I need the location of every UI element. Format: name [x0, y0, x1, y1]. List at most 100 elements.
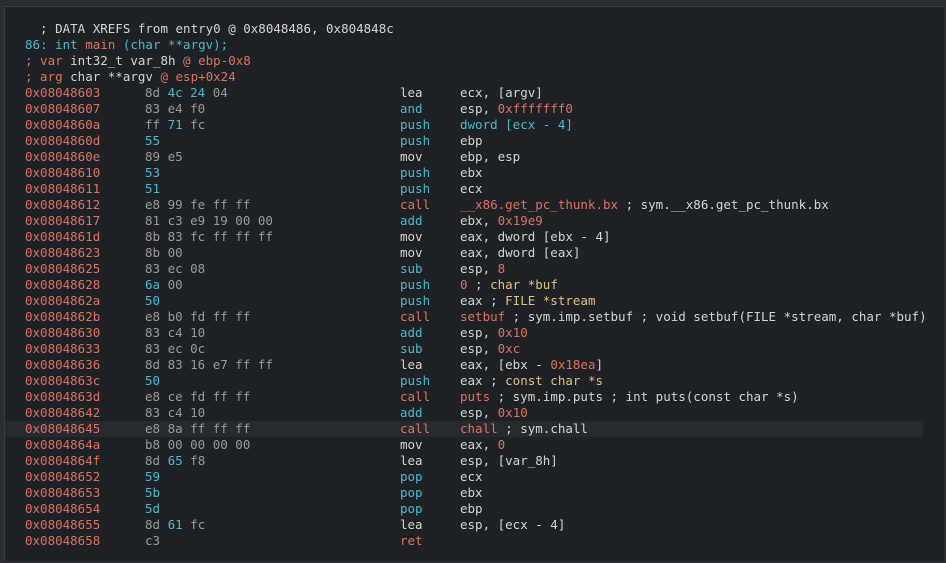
instruction-mnemonic: push [400, 373, 431, 388]
instruction-row[interactable]: 0x08048623 8b 00 mov eax, dword [eax] [5, 245, 923, 261]
instruction-operands-segment: eax, dword [eax] [460, 245, 581, 260]
instruction-address: 0x0804862b [25, 309, 101, 324]
instruction-bytes-segment: 61 [167, 517, 183, 532]
instruction-row[interactable]: 0x08048611 51 push ecx [5, 181, 923, 197]
instruction-operands-segment: eax, [460, 437, 498, 452]
instruction-bytes-segment: ff [145, 117, 168, 132]
instruction-row[interactable]: 0x0804863d e8 ce fd ff ff call puts ; sym.i… [5, 389, 923, 405]
instruction-bytes: 51 [145, 181, 160, 197]
instruction-row[interactable]: 0x08048612 e8 99 fe ff ff call __x86.get_pc… [5, 197, 923, 213]
header-text-segment: char **argv [70, 69, 153, 84]
instruction-operands-segment: 0 [460, 277, 468, 292]
instruction-row[interactable]: 0x08048610 53 push ebx [5, 165, 923, 181]
instruction-address: 0x08048652 [25, 469, 101, 484]
instruction-operands: setbuf ; sym.imp.setbuf ; void setbuf(FI… [460, 309, 927, 325]
instruction-address: 0x08048628 [25, 277, 101, 292]
instruction-bytes-segment: 83 c4 10 [145, 405, 206, 420]
instruction-bytes-segment: 51 [145, 181, 161, 196]
instruction-bytes-segment: c3 [145, 533, 161, 548]
instruction-bytes: 8d 4c 24 04 [145, 85, 228, 101]
instruction-mnemonic: push [400, 117, 431, 132]
instruction-mnemonic: lea [400, 85, 423, 100]
instruction-operands: ecx [460, 469, 483, 485]
instruction-operands-segment: esp, [ecx - 4] [460, 517, 566, 532]
instruction-bytes-segment: 5d [145, 501, 161, 516]
instruction-row[interactable]: 0x08048617 81 c3 e9 19 00 00 add ebx, 0x19e… [5, 213, 923, 229]
instruction-row[interactable]: 0x0804862a 50 push eax ; FILE *stream [5, 293, 923, 309]
instruction-bytes-segment: 65 [167, 453, 183, 468]
instruction-row[interactable]: 0x08048658 c3 ret [5, 533, 923, 549]
instruction-bytes: 83 ec 0c [145, 341, 205, 357]
instruction-row[interactable]: 0x08048642 83 c4 10 add esp, 0x10 [5, 405, 923, 421]
instruction-operands-segment: esp, [460, 261, 498, 276]
disassembly-listing[interactable]: ; DATA XREFS from entry0 @ 0x8048486, 0x… [5, 21, 944, 549]
header-text: ; var int32_t var_8h @ ebp-0x8 [25, 53, 251, 69]
instruction-operands-segment: 0xfffffff0 [497, 101, 573, 116]
instruction-row[interactable]: 0x08048630 83 c4 10 add esp, 0x10 [5, 325, 923, 341]
instruction-bytes-segment: 8d [145, 85, 168, 100]
instruction-row[interactable]: 0x0804862b e8 b0 fd ff ff call setbuf ; sym… [5, 309, 927, 325]
header-line[interactable]: ; DATA XREFS from entry0 @ 0x8048486, 0x… [5, 21, 923, 37]
instruction-mnemonic: mov [400, 437, 423, 452]
instruction-operands: ebx [460, 485, 483, 501]
instruction-operands: eax, dword [eax] [460, 245, 580, 261]
instruction-address: 0x08048611 [25, 181, 101, 196]
instruction-row[interactable]: 0x08048655 8d 61 fc lea esp, [ecx - 4] [5, 517, 923, 533]
instruction-row[interactable]: 0x0804863c 50 push eax ; const char *s [5, 373, 923, 389]
instruction-row[interactable]: 0x08048603 8d 4c 24 04 lea ecx, [argv] [5, 85, 923, 101]
instruction-address: 0x08048633 [25, 341, 101, 356]
disassembly-panel[interactable]: ; DATA XREFS from entry0 @ 0x8048486, 0x… [4, 6, 944, 561]
instruction-address: 0x0804863d [25, 389, 101, 404]
instruction-row[interactable]: 0x0804864a b8 00 00 00 00 mov eax, 0 [5, 437, 923, 453]
instruction-mnemonic: call [400, 309, 431, 324]
instruction-row[interactable]: 0x08048652 59 pop ecx [5, 469, 923, 485]
header-line[interactable]: ; var int32_t var_8h @ ebp-0x8 [5, 53, 923, 69]
instruction-row-selected[interactable]: 0x08048645 e8 8a ff ff ff call chall ; sym.… [5, 421, 923, 437]
instruction-row[interactable]: 0x0804860a ff 71 fc push dword [ecx - 4] [5, 117, 923, 133]
instruction-bytes: 5b [145, 485, 160, 501]
instruction-mnemonic: push [400, 293, 431, 308]
instruction-operands-segment: ecx, [argv] [460, 85, 543, 100]
instruction-mnemonic: add [400, 213, 423, 228]
instruction-bytes: 55 [145, 133, 160, 149]
instruction-operands-segment: ; sym.chall [497, 421, 588, 436]
instruction-operands-segment: ebp [460, 133, 483, 148]
instruction-bytes-segment: 55 [145, 133, 161, 148]
header-text-segment: @ ebp-0x8 [175, 53, 251, 68]
instruction-bytes: 53 [145, 165, 160, 181]
instruction-bytes-segment: 81 c3 e9 19 00 00 [145, 213, 273, 228]
instruction-bytes: 50 [145, 373, 160, 389]
instruction-address: 0x08048610 [25, 165, 101, 180]
instruction-mnemonic: call [400, 421, 431, 436]
instruction-row[interactable]: 0x08048607 83 e4 f0 and esp, 0xfffffff0 [5, 101, 923, 117]
instruction-operands-segment: ebp, esp [460, 149, 521, 164]
instruction-operands: 0 ; char *buf [460, 277, 558, 293]
instruction-row[interactable]: 0x0804864f 8d 65 f8 lea esp, [var_8h] [5, 453, 923, 469]
instruction-row[interactable]: 0x0804861d 8b 83 fc ff ff ff mov eax, dword… [5, 229, 923, 245]
instruction-address: 0x08048636 [25, 357, 101, 372]
instruction-operands-segment: char *buf [490, 277, 558, 292]
instruction-row[interactable]: 0x08048636 8d 83 16 e7 ff ff lea eax, [ebx … [5, 357, 923, 373]
instruction-bytes: ff 71 fc [145, 117, 205, 133]
header-text: 86: int main (char **argv); [25, 37, 228, 53]
instruction-bytes: 8d 83 16 e7 ff ff [145, 357, 273, 373]
instruction-mnemonic: call [400, 197, 431, 212]
instruction-row[interactable]: 0x08048653 5b pop ebx [5, 485, 923, 501]
header-line[interactable]: 86: int main (char **argv); [5, 37, 923, 53]
instruction-row[interactable]: 0x08048628 6a 00 push 0 ; char *buf [5, 277, 923, 293]
instruction-row[interactable]: 0x0804860e 89 e5 mov ebp, esp [5, 149, 923, 165]
instruction-bytes-segment: 04 [205, 85, 228, 100]
instruction-operands-segment: ; sym.__x86.get_pc_thunk.bx [618, 197, 829, 212]
instruction-mnemonic: push [400, 165, 431, 180]
instruction-mnemonic: lea [400, 517, 423, 532]
instruction-row[interactable]: 0x08048625 83 ec 08 sub esp, 8 [5, 261, 923, 277]
instruction-row[interactable]: 0x0804860d 55 push ebp [5, 133, 923, 149]
instruction-operands-segment: setbuf [460, 309, 506, 324]
instruction-mnemonic: and [400, 101, 423, 116]
instruction-bytes-segment: 8d [145, 453, 168, 468]
instruction-row[interactable]: 0x08048633 83 ec 0c sub esp, 0xc [5, 341, 923, 357]
header-line[interactable]: ; arg char **argv @ esp+0x24 [5, 69, 923, 85]
instruction-operands-segment: eax, dword [ebx - 4] [460, 229, 611, 244]
instruction-bytes-segment: 6a [145, 277, 161, 292]
instruction-row[interactable]: 0x08048654 5d pop ebp [5, 501, 923, 517]
